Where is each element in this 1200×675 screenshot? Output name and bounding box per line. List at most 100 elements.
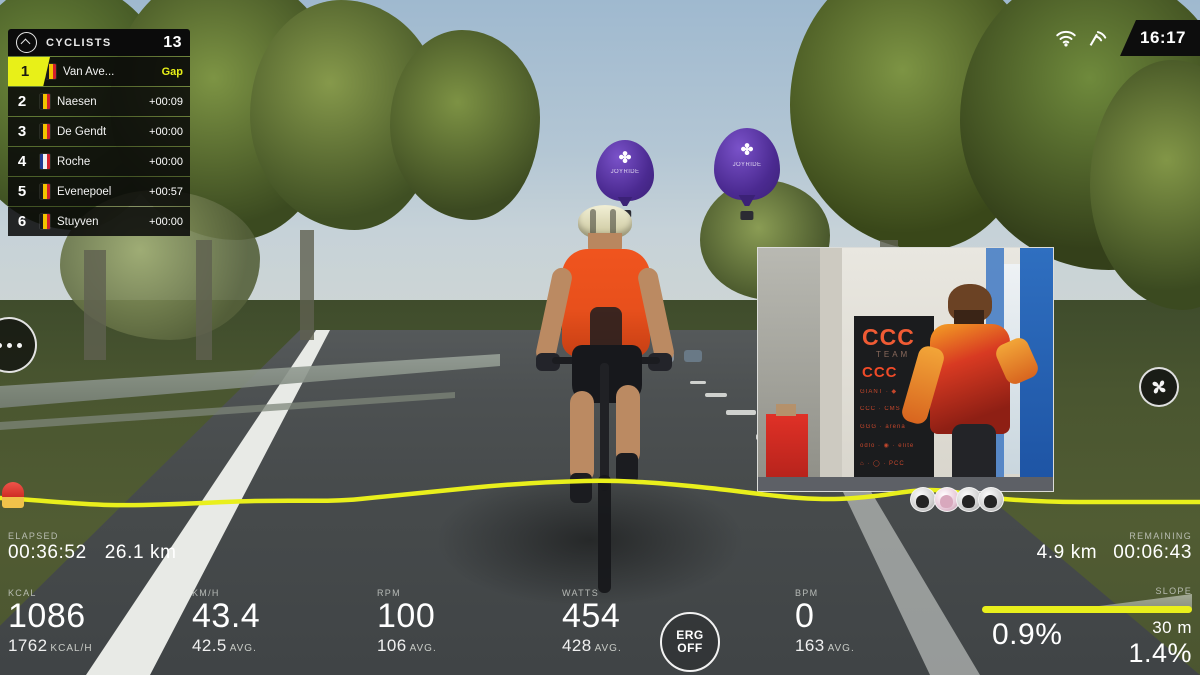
route-start-marker-icon: [2, 482, 24, 508]
remaining-time: 00:06:43: [1113, 542, 1192, 563]
metric-sub-value: 106: [377, 636, 407, 655]
metric-value: 100: [377, 597, 436, 635]
banner-sponsor-row: GGG · arena: [860, 424, 906, 430]
row-position: 3: [17, 123, 27, 140]
flag-icon-fr: [40, 154, 50, 169]
metric-sub: 428 AVG.: [562, 636, 622, 656]
banner-sponsor-row: GIANT · ◆: [860, 389, 898, 395]
hot-air-balloon: ✤ JOYRIDE: [714, 128, 780, 220]
row-gap: +00:00: [149, 155, 183, 168]
leaderboard-header[interactable]: CYCLISTS 13: [8, 29, 190, 56]
cycling-simulator-screen: ✤ JOYRIDE ✤ JOYRIDE CCC TEAM CCC GIANT ·…: [0, 0, 1200, 675]
chevron-up-icon[interactable]: [16, 32, 37, 53]
fan-icon: [1152, 380, 1166, 394]
balloon-label: JOYRIDE: [732, 162, 762, 169]
metric-sub: 1762 KCAL/H: [8, 636, 93, 656]
row-rider-name: Evenepoel: [57, 185, 112, 198]
wifi-icon[interactable]: [1055, 30, 1077, 47]
fan-control-button[interactable]: [1139, 367, 1179, 407]
erg-mode-button[interactable]: ERG OFF: [660, 612, 720, 672]
row-gap: +00:00: [149, 215, 183, 228]
player-avatar: [528, 205, 683, 593]
slope-ahead-distance: 30 m: [1152, 618, 1192, 637]
banner-title: CCC: [862, 324, 915, 350]
row-position: 1: [20, 63, 30, 80]
row-gap: +00:57: [149, 185, 183, 198]
tree-trunk: [84, 250, 106, 360]
balloon-logo-icon: ✤: [618, 149, 632, 167]
row-rider-name: Van Ave...: [63, 65, 115, 78]
metric-sub: 163 AVG.: [795, 636, 855, 656]
row-rider-name: De Gendt: [57, 125, 107, 138]
metric-sub-unit: AVG.: [229, 643, 257, 654]
metric-label: KCAL: [8, 588, 37, 598]
tree-trunk: [196, 240, 212, 360]
row-position: 2: [17, 93, 27, 110]
leaderboard-row[interactable]: 1 Van Ave... Gap: [8, 57, 190, 86]
row-position: 6: [17, 213, 27, 230]
dot: [6, 342, 12, 348]
flag-icon-be: [40, 94, 50, 109]
banner-team-text: TEAM: [876, 350, 911, 359]
rider-marker[interactable]: [910, 487, 936, 512]
metric-kcal: KCAL 1086 1762 KCAL/H: [8, 588, 93, 656]
lane-dash: [705, 393, 727, 397]
remaining-values: 4.9 km 00:06:43: [1037, 542, 1192, 564]
elapsed-values: 00:36:52 26.1 km: [8, 542, 177, 564]
metric-sub-unit: AVG.: [409, 643, 437, 654]
elapsed-time: 00:36:52: [8, 542, 87, 563]
rider-marker[interactable]: [978, 487, 1004, 512]
dot: [16, 342, 22, 348]
avatar-sock-left: [570, 473, 592, 503]
metric-label: WATTS: [562, 588, 599, 598]
elapsed-label: ELAPSED: [8, 531, 59, 541]
status-hud: 16:17: [1043, 20, 1200, 56]
metric-power: WATTS 454 428 AVG.: [562, 588, 622, 656]
bike-wheel: [598, 475, 611, 593]
avatar-sock-right: [616, 453, 638, 483]
tree-trunk: [300, 230, 314, 340]
balloon-envelope: ✤ JOYRIDE: [596, 140, 654, 201]
metric-label: KM/H: [192, 588, 220, 598]
lane-dash: [726, 410, 756, 415]
lane-dash: [690, 381, 706, 384]
balloon-basket: [740, 210, 754, 220]
metric-cadence: RPM 100 106 AVG.: [377, 588, 437, 656]
pip-red-toolbox: [766, 404, 808, 484]
metric-sub-value: 42.5: [192, 636, 227, 655]
dot: [0, 342, 2, 348]
row-position: 4: [17, 153, 27, 170]
cyclists-leaderboard-panel[interactable]: CYCLISTS 13 1 Van Ave... Gap 2 Naesen +0…: [8, 29, 190, 237]
leaderboard-row[interactable]: 2 Naesen +00:09: [8, 87, 190, 116]
webcam-picture-in-picture[interactable]: CCC TEAM CCC GIANT · ◆ CCC · CMS GGG · a…: [757, 247, 1054, 492]
slope-label: SLOPE: [1155, 586, 1192, 596]
metric-sub-value: 163: [795, 636, 825, 655]
pip-rider-jersey: [930, 324, 1010, 434]
metric-sub-unit: AVG.: [594, 643, 622, 654]
pip-real-cyclist: [899, 284, 1042, 491]
leaderboard-row[interactable]: 4 Roche +00:00: [8, 147, 190, 176]
slope-ahead-grade: 1.4%: [1128, 638, 1192, 668]
avatar-jersey: [562, 249, 650, 357]
flag-icon-be: [40, 214, 50, 229]
flag-icon-be: [40, 124, 50, 139]
leaderboard-row[interactable]: 3 De Gendt +00:00: [8, 117, 190, 146]
avatar-leg-left: [570, 391, 594, 483]
marker-bottom: [2, 497, 24, 508]
slope-bar-graphic: [982, 606, 1192, 613]
current-grade-value: 0.9%: [992, 618, 1063, 651]
erg-line-2: OFF: [677, 641, 703, 655]
metric-label: RPM: [377, 588, 401, 598]
metric-label: BPM: [795, 588, 819, 598]
banner-sponsor-row: CCC · CMS: [860, 406, 901, 412]
leaderboard-row[interactable]: 5 Evenepoel +00:57: [8, 177, 190, 206]
pip-wall-column: [820, 248, 842, 491]
signal-strength-icon[interactable]: [1086, 30, 1108, 47]
remaining-label: REMAINING: [1129, 531, 1192, 541]
balloon-label: JOYRIDE: [610, 168, 640, 175]
banner-sponsor-row: odlo · ◉ · elite: [860, 443, 915, 449]
metric-sub-unit: KCAL/H: [50, 643, 93, 654]
metric-speed: KM/H 43.4 42.5 AVG.: [192, 588, 260, 656]
flag-icon-be: [40, 184, 50, 199]
leaderboard-row[interactable]: 6 Stuyven +00:00: [8, 207, 190, 236]
